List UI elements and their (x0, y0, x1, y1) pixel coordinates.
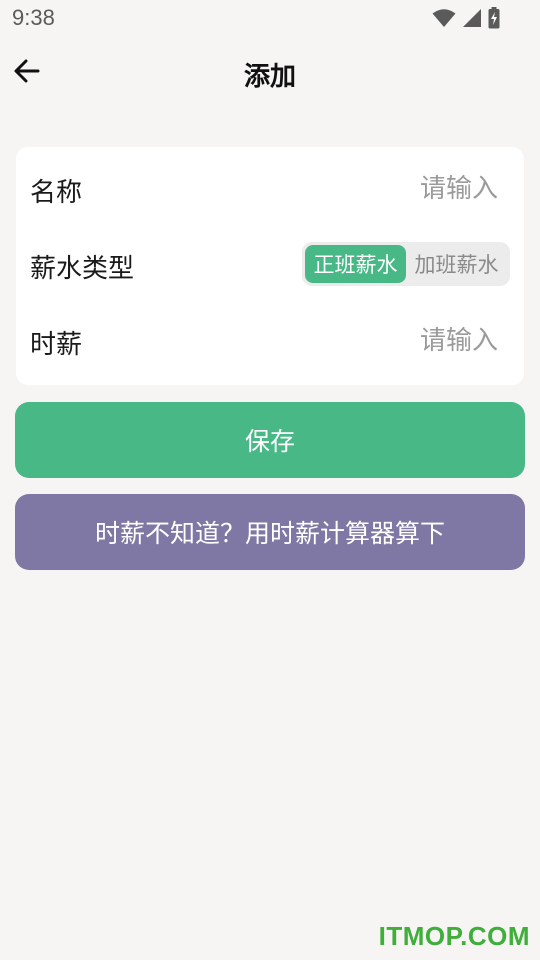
form-card: 名称 薪水类型 正班薪水 加班薪水 时薪 (16, 147, 524, 385)
signal-icon (462, 8, 482, 32)
salary-type-selector: 正班薪水 加班薪水 (302, 242, 510, 286)
name-row: 名称 (16, 159, 524, 219)
salary-type-label: 薪水类型 (30, 254, 135, 284)
salary-type-row: 薪水类型 正班薪水 加班薪水 (16, 235, 524, 295)
name-input[interactable] (278, 170, 498, 208)
salary-type-regular-option[interactable]: 正班薪水 (305, 245, 406, 283)
status-bar: 9:38 (0, 0, 540, 38)
salary-type-overtime-option[interactable]: 加班薪水 (406, 245, 507, 283)
app-bar: 添加 (0, 42, 540, 104)
hourly-calculator-button[interactable]: 时薪不知道？用时薪计算器算下 (15, 494, 525, 570)
battery-charging-icon (488, 7, 500, 33)
watermark-logo: ITMOP.COM (378, 921, 530, 951)
page-title: 添加 (243, 62, 296, 92)
hourly-label: 时薪 (30, 330, 83, 360)
hourly-row: 时薪 (16, 311, 524, 371)
wifi-icon (432, 8, 456, 32)
hourly-input[interactable] (278, 322, 498, 360)
save-button[interactable]: 保存 (15, 402, 525, 478)
status-icons (432, 7, 500, 33)
name-label: 名称 (30, 178, 83, 208)
status-time: 9:38 (12, 5, 55, 30)
